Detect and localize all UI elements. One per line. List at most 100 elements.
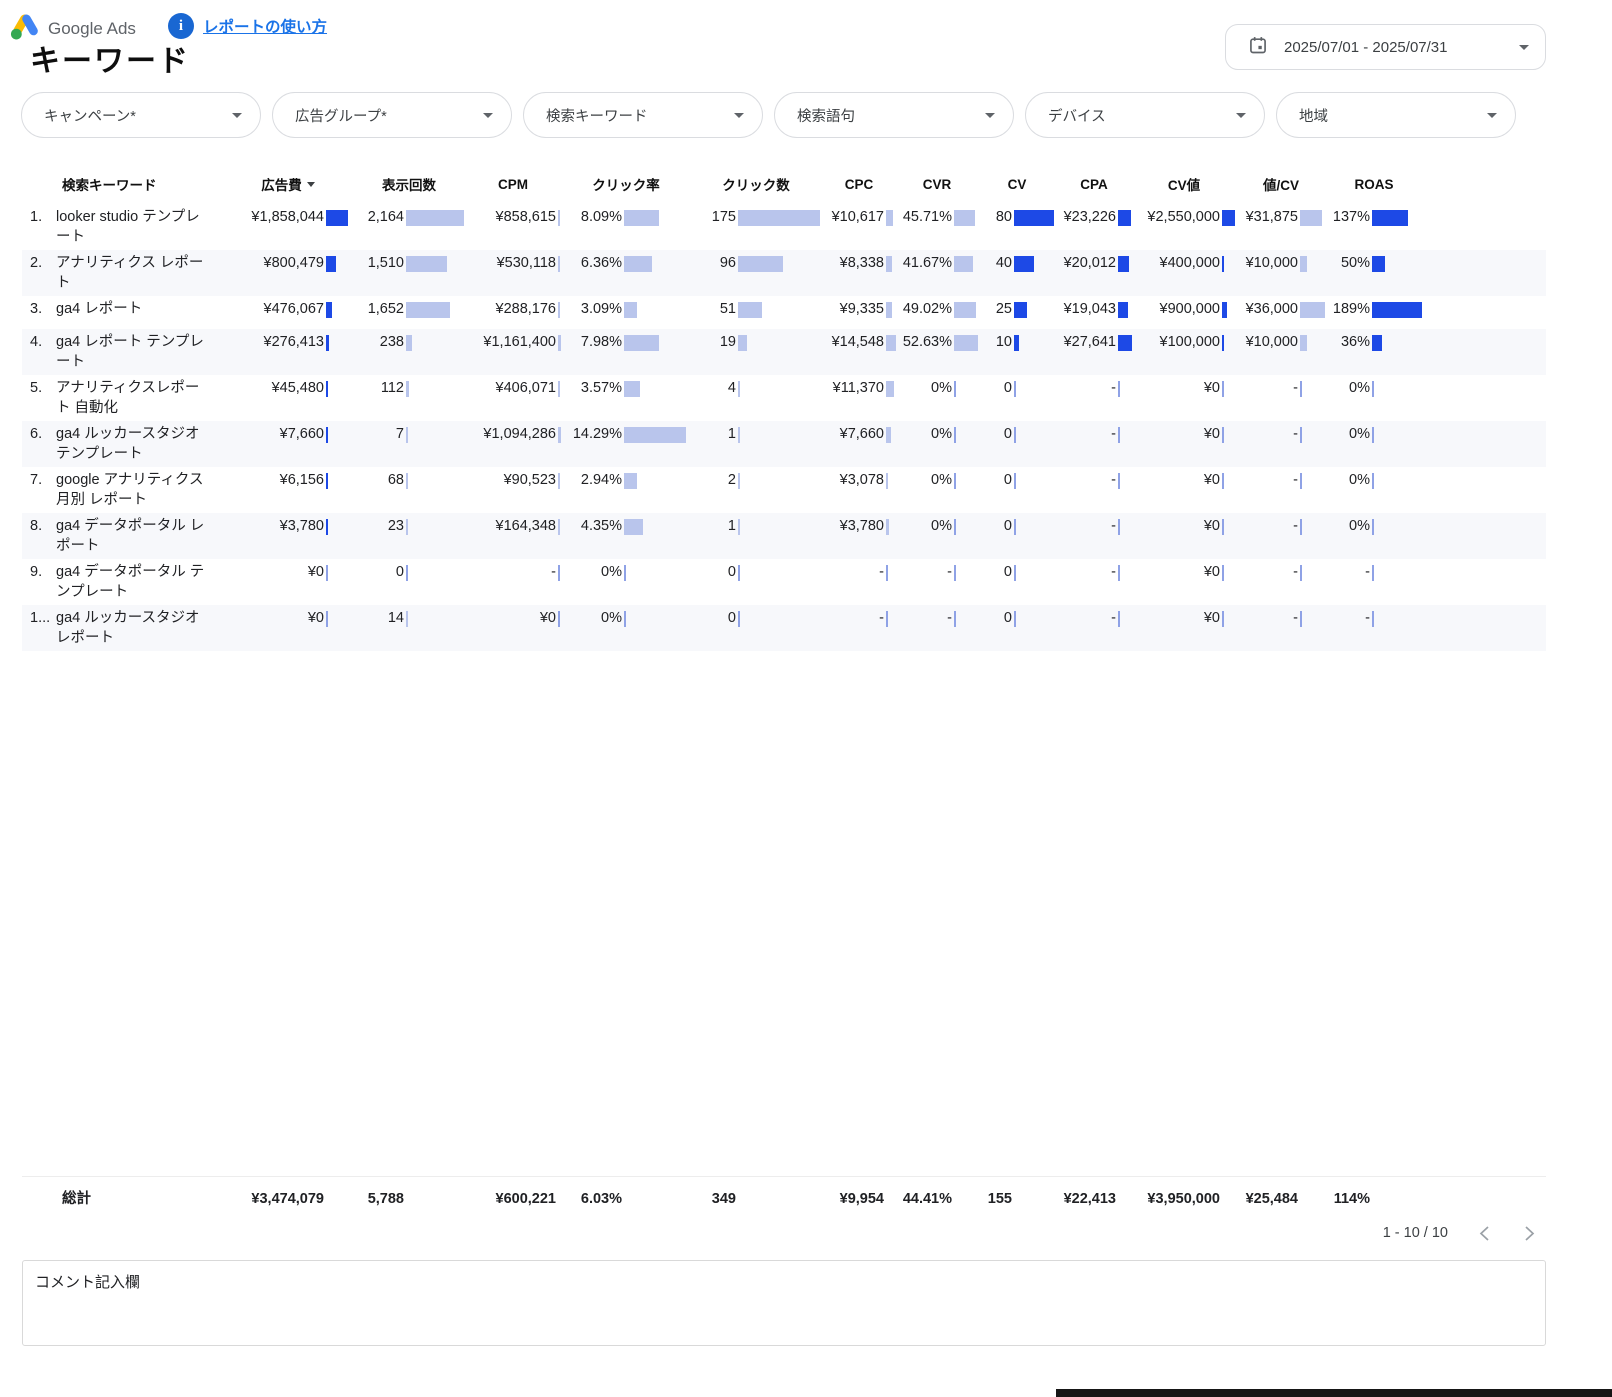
metric-bar-zone: [884, 379, 896, 397]
metric-value: 238: [354, 333, 404, 353]
metric-bar: [1014, 302, 1027, 318]
metric-value: 52.63%: [896, 333, 952, 353]
metric-bar-zone: [884, 425, 896, 443]
metric-bar: [1222, 381, 1224, 397]
filter-ad-group[interactable]: 広告グループ*: [272, 92, 512, 138]
metric-bar: [1372, 335, 1382, 351]
metric-bar-zone: [884, 609, 896, 627]
metric-value: 2: [690, 471, 736, 491]
column-header[interactable]: CPC: [822, 174, 896, 194]
metric-value: 41.67%: [896, 254, 952, 274]
column-header[interactable]: クリック率: [562, 174, 690, 194]
metric-bar-zone: [1116, 333, 1132, 351]
metric-value: 137%: [1326, 208, 1370, 228]
keyword-cell: アナリティクスレポート 自動化: [56, 379, 222, 418]
total-value: ¥3,950,000: [1132, 1190, 1220, 1210]
column-header[interactable]: CPM: [464, 174, 562, 194]
column-header[interactable]: CVR: [896, 174, 978, 194]
metric-bar-zone: [1298, 208, 1326, 226]
metric-bar: [624, 302, 637, 318]
keyword-cell: ga4 レポート テンプレート: [56, 333, 222, 372]
metric-bar-zone: [1116, 563, 1132, 581]
metric-bar: [1372, 302, 1422, 318]
filter-device[interactable]: デバイス: [1025, 92, 1265, 138]
keyword-cell: ga4 データポータル テンプレート: [56, 563, 222, 602]
metric-value: ¥19,043: [1056, 300, 1116, 320]
metric-bar-zone: [1298, 300, 1326, 318]
metric-bar: [1118, 473, 1120, 489]
chevron-down-icon: [734, 113, 744, 118]
metric-value: 23: [354, 517, 404, 537]
column-header-keyword[interactable]: 検索キーワード: [56, 174, 222, 194]
column-header[interactable]: 値/CV: [1236, 174, 1326, 194]
metric-value: ¥0: [1132, 609, 1220, 629]
metric-bar: [738, 210, 820, 226]
metric-bar: [886, 519, 889, 535]
row-index: 9.: [22, 563, 56, 583]
metric-bar-zone: [324, 208, 354, 226]
metric-bar: [406, 381, 409, 397]
metric-bar-zone: [1298, 333, 1326, 351]
column-header-label: CPC: [845, 177, 874, 192]
column-header[interactable]: クリック数: [690, 174, 822, 194]
prev-page-button[interactable]: [1475, 1224, 1493, 1242]
comment-input[interactable]: コメント記入欄: [22, 1260, 1546, 1346]
row-index: 5.: [22, 379, 56, 399]
table-row: 7.google アナリティクス 月別 レポート¥6,15668¥90,5232…: [22, 467, 1546, 513]
metric-bar-zone: [736, 254, 822, 272]
metric-bar-zone: [622, 379, 690, 397]
filter-campaign[interactable]: キャンペーン*: [21, 92, 261, 138]
metric-value: 25: [978, 300, 1012, 320]
metric-bar: [738, 335, 747, 351]
column-header[interactable]: 表示回数: [354, 174, 464, 194]
metric-bar: [954, 210, 975, 226]
metric-bar: [1300, 210, 1322, 226]
help-link[interactable]: レポートの使い方: [203, 15, 327, 37]
metric-bar-zone: [324, 563, 354, 581]
metric-bar-zone: [1298, 517, 1326, 535]
metric-bar-zone: [324, 254, 354, 272]
metric-value: ¥0: [1132, 379, 1220, 399]
metric-bar: [624, 427, 686, 443]
report-page: Google Ads i レポートの使い方 キーワード 2025/07/01 -…: [0, 0, 1612, 1397]
column-header[interactable]: CV: [978, 174, 1056, 194]
metric-value: 6.36%: [562, 254, 622, 274]
metric-bar: [1300, 565, 1302, 581]
metric-bar-zone: [404, 208, 464, 226]
metric-bar: [1372, 210, 1408, 226]
metric-value: ¥530,118: [464, 254, 556, 274]
metric-value: ¥1,094,286: [464, 425, 556, 445]
filter-label: キャンペーン*: [44, 105, 136, 126]
metric-bar: [1300, 381, 1302, 397]
chevron-down-icon: [985, 113, 995, 118]
metric-value: ¥1,858,044: [222, 208, 324, 228]
metric-bar: [738, 302, 762, 318]
metric-bar-zone: [736, 300, 822, 318]
metric-bar: [406, 519, 408, 535]
metric-bar: [326, 427, 328, 443]
filter-search-term[interactable]: 検索語句: [774, 92, 1014, 138]
metric-bar: [558, 256, 560, 272]
metric-bar-zone: [622, 333, 690, 351]
date-range-picker[interactable]: 2025/07/01 - 2025/07/31: [1225, 24, 1546, 70]
metric-bar-zone: [1012, 609, 1056, 627]
column-header-label: 広告費: [261, 174, 302, 194]
filter-region[interactable]: 地域: [1276, 92, 1516, 138]
metric-bar: [886, 473, 888, 489]
metric-bar-zone: [1220, 425, 1236, 443]
metric-value: 45.71%: [896, 208, 952, 228]
column-header[interactable]: CPA: [1056, 174, 1132, 194]
column-header[interactable]: ROAS: [1326, 174, 1422, 194]
keyword-cell: アナリティクス レポート: [56, 254, 222, 293]
metric-value: ¥20,012: [1056, 254, 1116, 274]
metric-value: ¥31,875: [1236, 208, 1298, 228]
metric-bar-zone: [884, 300, 896, 318]
metric-bar: [1300, 427, 1302, 443]
metric-bar: [738, 565, 740, 581]
metric-bar-zone: [404, 517, 464, 535]
next-page-button[interactable]: [1520, 1224, 1538, 1242]
column-header[interactable]: CV値: [1132, 174, 1236, 194]
filter-search-keyword[interactable]: 検索キーワード: [523, 92, 763, 138]
column-header[interactable]: 広告費: [222, 174, 354, 194]
metric-value: 189%: [1326, 300, 1370, 320]
